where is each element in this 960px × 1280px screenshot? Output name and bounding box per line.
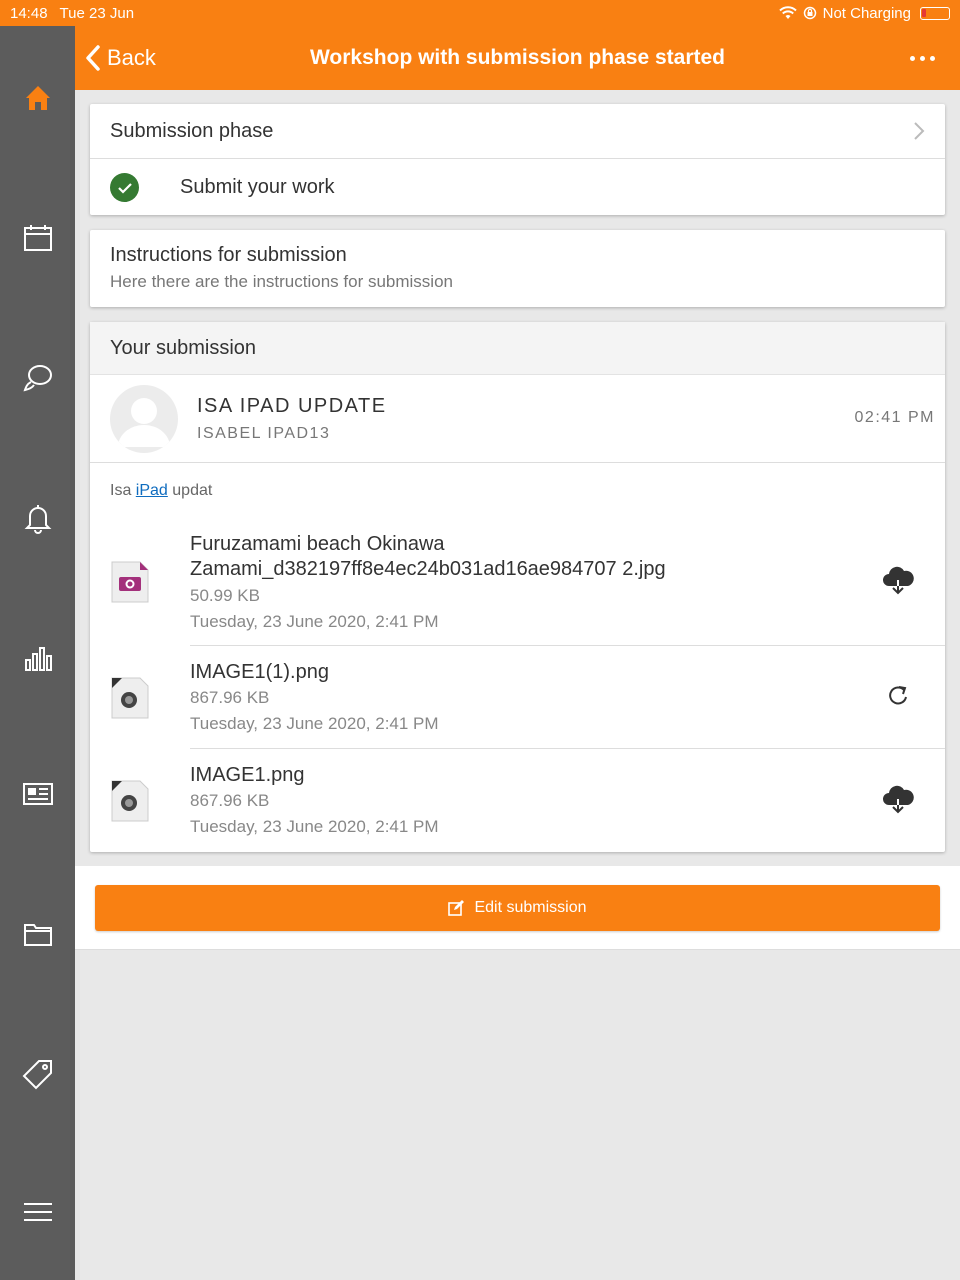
- battery-icon: [920, 6, 950, 20]
- dot-icon: [919, 55, 925, 61]
- status-bar: 14:48 Tue 23 Jun Not Charging: [0, 0, 960, 26]
- file-size: 867.96 KB: [190, 688, 270, 707]
- instructions-text: Here there are the instructions for subm…: [110, 272, 453, 291]
- phase-card: Submission phase Submit your work: [90, 104, 945, 215]
- file-name: IMAGE1(1).png: [190, 661, 329, 683]
- avatar: [110, 385, 178, 453]
- sidebar-item-news[interactable]: [0, 764, 75, 824]
- dot-icon: [909, 55, 915, 61]
- home-icon: [25, 86, 50, 110]
- download-icon: [883, 785, 914, 814]
- sidebar-item-files[interactable]: [0, 904, 75, 964]
- file-item[interactable]: IMAGE1(1).png 867.96 KB Tuesday, 23 June…: [90, 646, 945, 749]
- calendar-icon: [23, 225, 52, 251]
- page-title: Workshop with submission phase started: [309, 46, 726, 69]
- phase-task-label: Submit your work: [180, 176, 335, 198]
- status-date: Tue 23 Jun: [59, 4, 135, 22]
- charging-status: Not Charging: [822, 4, 911, 22]
- sidebar-item-calendar[interactable]: [0, 208, 75, 268]
- download-icon: [883, 566, 914, 595]
- menu-icon: [23, 1203, 52, 1221]
- download-button[interactable]: [878, 560, 918, 600]
- more-options-button[interactable]: [904, 44, 940, 72]
- status-time: 14:48: [10, 4, 48, 22]
- sidebar-item-grades[interactable]: [0, 628, 75, 688]
- sidebar-item-more-menu[interactable]: [0, 1182, 75, 1242]
- sidebar-item-tags[interactable]: [0, 1044, 75, 1104]
- refresh-icon: [889, 686, 907, 705]
- image-file-icon: [111, 677, 149, 719]
- image-file-icon: [111, 561, 149, 603]
- file-date: Tuesday, 23 June 2020, 2:41 PM: [190, 714, 439, 733]
- instructions-card: Instructions for submission Here there a…: [90, 230, 945, 307]
- file-item[interactable]: Furuzamami beach Okinawa Zamami_d382197f…: [90, 522, 945, 646]
- submission-time: 02:41 PM: [854, 409, 935, 426]
- rotation-lock-icon: [803, 6, 816, 20]
- bottom-bar: Edit submission: [75, 866, 960, 950]
- news-icon: [22, 783, 53, 805]
- image-file-icon: [111, 780, 149, 822]
- phase-row[interactable]: Submission phase: [90, 104, 945, 159]
- message-link[interactable]: iPad: [136, 482, 168, 499]
- file-date: Tuesday, 23 June 2020, 2:41 PM: [190, 612, 439, 631]
- submission-header: Your submission: [90, 322, 945, 375]
- phase-title: Submission phase: [110, 119, 274, 142]
- instructions-title: Instructions for submission: [110, 244, 347, 266]
- notifications-icon: [24, 505, 51, 534]
- sidebar: [0, 26, 75, 1280]
- nav-bar: Back Workshop with submission phase star…: [75, 26, 960, 90]
- file-date: Tuesday, 23 June 2020, 2:41 PM: [190, 817, 439, 836]
- file-name: Furuzamami beach Okinawa Zamami_d382197f…: [190, 533, 666, 580]
- check-circle-icon: [110, 173, 139, 202]
- file-size: 50.99 KB: [190, 586, 260, 605]
- status-right: Not Charging: [778, 4, 950, 22]
- edit-submission-button[interactable]: Edit submission: [95, 885, 940, 931]
- sidebar-item-home[interactable]: [0, 68, 75, 128]
- submission-message: Isa iPad updat: [110, 482, 213, 499]
- refresh-button[interactable]: [878, 676, 918, 716]
- phase-task-row: Submit your work: [90, 159, 945, 215]
- file-item[interactable]: IMAGE1.png 867.96 KB Tuesday, 23 June 20…: [90, 749, 945, 852]
- wifi-icon: [778, 6, 797, 19]
- files-icon: [23, 924, 52, 946]
- submission-user-row: ISA IPAD UPDATE ISABEL IPAD13 02:41 PM: [90, 375, 945, 463]
- submission-card: Your submission ISA IPAD UPDATE ISABEL I…: [90, 322, 945, 852]
- file-name: IMAGE1.png: [190, 764, 305, 786]
- submission-author: ISABEL IPAD13: [197, 425, 331, 442]
- edit-submission-label: Edit submission: [474, 899, 587, 916]
- tag-icon: [22, 1060, 52, 1090]
- submission-title: ISA IPAD UPDATE: [197, 395, 387, 417]
- sidebar-item-notifications[interactable]: [0, 488, 75, 548]
- sidebar-item-messages[interactable]: [0, 348, 75, 408]
- dot-icon: [929, 55, 935, 61]
- chevron-right-icon: [914, 122, 925, 140]
- grades-icon: [24, 647, 52, 671]
- messages-icon: [22, 365, 52, 392]
- download-button[interactable]: [878, 779, 918, 819]
- file-size: 867.96 KB: [190, 791, 270, 810]
- edit-icon: [448, 900, 465, 916]
